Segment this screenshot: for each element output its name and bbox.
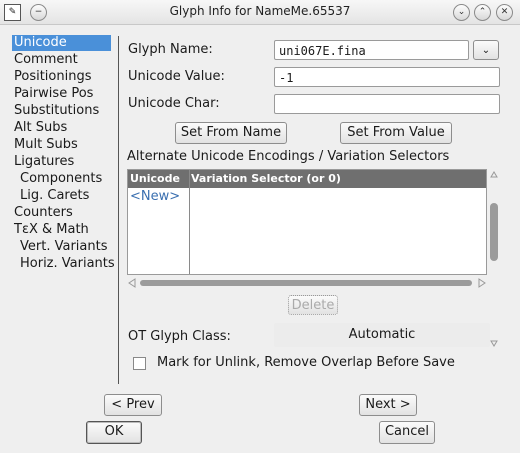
- sidebar-item-ligatures[interactable]: Ligatures: [14, 154, 74, 170]
- sidebar-item-lig-carets[interactable]: Lig. Carets: [20, 188, 89, 204]
- sidebar-item-horiz-variants[interactable]: Horiz. Variants: [20, 256, 115, 272]
- sidebar-divider: [118, 36, 119, 384]
- column-divider: [189, 170, 190, 274]
- sidebar-item-alt-subs[interactable]: Alt Subs: [14, 120, 67, 136]
- unicode-char-field[interactable]: [274, 94, 500, 114]
- new-row-cell[interactable]: <New>: [130, 189, 180, 204]
- set-from-value-button[interactable]: Set From Value: [340, 122, 452, 144]
- minimize-icon[interactable]: ⌄: [453, 4, 470, 21]
- set-from-name-button[interactable]: Set From Name: [175, 122, 287, 144]
- sidebar-item-vert-variants[interactable]: Vert. Variants: [20, 239, 107, 255]
- title-bar[interactable]: ✎ − Glyph Info for NameMe.65537 ⌄ ⌃ ✕: [0, 0, 520, 25]
- alternate-encodings-label: Alternate Unicode Encodings / Variation …: [127, 149, 450, 164]
- vertical-scrollbar[interactable]: [489, 169, 499, 349]
- cancel-button[interactable]: Cancel: [379, 421, 435, 444]
- sidebar-item-counters[interactable]: Counters: [14, 205, 73, 221]
- horizontal-scrollbar-graphic: [128, 278, 486, 288]
- ot-glyph-class-value: Automatic: [348, 327, 416, 342]
- delete-button[interactable]: Delete: [288, 295, 338, 315]
- glyph-name-field[interactable]: uni067E.fina: [274, 40, 469, 60]
- column-header-unicode: Unicode: [130, 172, 180, 185]
- sidebar-item-components[interactable]: Components: [20, 171, 102, 187]
- alternate-encodings-table[interactable]: Unicode Variation Selector (or 0) <New>: [127, 169, 487, 275]
- ok-button[interactable]: OK: [86, 421, 142, 444]
- ot-glyph-class-label: OT Glyph Class:: [128, 329, 231, 344]
- sidebar-item-unicode[interactable]: Unicode: [12, 35, 111, 51]
- prev-button[interactable]: < Prev: [104, 394, 162, 416]
- unicode-char-label: Unicode Char:: [128, 96, 220, 111]
- mark-unlink-checkbox[interactable]: [133, 357, 146, 370]
- table-header: Unicode Variation Selector (or 0): [128, 170, 486, 188]
- sidebar-item-comment[interactable]: Comment: [14, 52, 78, 68]
- window-title: Glyph Info for NameMe.65537: [169, 4, 351, 18]
- maximize-icon[interactable]: ⌃: [474, 4, 491, 21]
- close-icon[interactable]: ✕: [496, 4, 513, 21]
- sidebar-item-pairwise-pos[interactable]: Pairwise Pos: [14, 86, 93, 102]
- sidebar-item-mult-subs[interactable]: Mult Subs: [14, 137, 78, 153]
- column-header-variation-selector: Variation Selector (or 0): [191, 172, 341, 185]
- sidebar-item-tex-math[interactable]: TεX & Math: [14, 222, 89, 238]
- mark-unlink-label: Mark for Unlink, Remove Overlap Before S…: [157, 355, 455, 370]
- vertical-scrollbar-graphic: [490, 171, 498, 347]
- unicode-value-label: Unicode Value:: [128, 69, 225, 84]
- glyph-name-label: Glyph Name:: [128, 42, 213, 57]
- sidebar-item-positionings[interactable]: Positionings: [14, 69, 92, 85]
- sidebar-item-substitutions[interactable]: Substitutions: [14, 103, 99, 119]
- horizontal-scrollbar[interactable]: [127, 277, 487, 288]
- unicode-value-field[interactable]: -1: [274, 67, 500, 87]
- ot-glyph-class-select[interactable]: Automatic: [274, 323, 490, 347]
- chevron-down-icon: ⌄: [481, 45, 491, 56]
- next-button[interactable]: Next >: [359, 394, 417, 416]
- glyph-name-dropdown-button[interactable]: ⌄: [473, 40, 499, 60]
